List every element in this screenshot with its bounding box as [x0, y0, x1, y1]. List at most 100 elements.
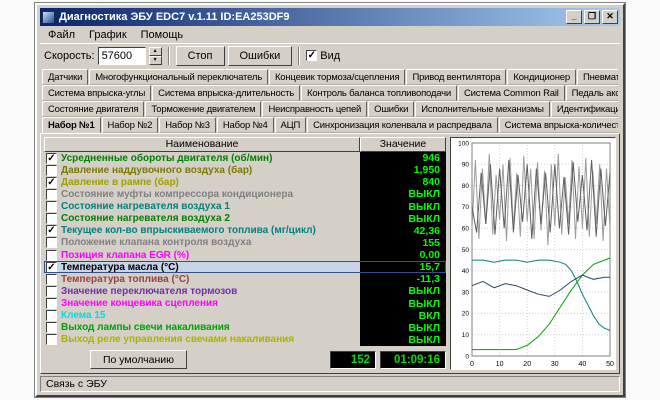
- tab-strip: ДатчикиМногофункциональный переключатель…: [40, 67, 620, 133]
- table-row[interactable]: Значение концевика сцепленияВЫКЛ: [44, 298, 446, 310]
- tab-неисправность-цепей[interactable]: Неисправность цепей: [262, 101, 367, 117]
- row-checkbox[interactable]: [46, 237, 57, 248]
- stop-button[interactable]: Стоп: [176, 46, 225, 66]
- tab-многофункциональный-переключатель[interactable]: Многофункциональный переключатель: [89, 69, 268, 85]
- row-checkbox[interactable]: [46, 201, 57, 212]
- app-icon: [42, 11, 55, 24]
- tab-ацп[interactable]: АЦП: [275, 117, 307, 133]
- statusbar: Связь с ЭБУ: [40, 376, 620, 392]
- view-label: Вид: [320, 50, 340, 62]
- row-checkbox[interactable]: [46, 250, 57, 261]
- table-header: Наименование Значение: [44, 137, 446, 152]
- tab-пневматическая-система[interactable]: Пневматическая система: [577, 69, 618, 85]
- minimize-button[interactable]: _: [566, 10, 582, 24]
- tab-датчики[interactable]: Датчики: [42, 69, 88, 85]
- table-row[interactable]: Состояние нагревателя воздуха 2ВЫКЛ: [44, 213, 446, 225]
- param-value: -11,3: [360, 273, 446, 285]
- table-row[interactable]: ✓ Текущее кол-во впрыскиваемого топлива (…: [44, 225, 446, 237]
- table-footer: По умолчанию 152 01:09:16: [44, 346, 446, 370]
- app-window: Диагностика ЭБУ EDC7 v.1.11 ID:EA253DF9 …: [35, 3, 625, 397]
- table-row[interactable]: Позиция клапана EGR (%)0,00: [44, 249, 446, 261]
- titlebar[interactable]: Диагностика ЭБУ EDC7 v.1.11 ID:EA253DF9 …: [40, 8, 620, 26]
- tab-набор-№1[interactable]: Набор №1: [42, 117, 101, 133]
- tab-состояние-двигателя[interactable]: Состояние двигателя: [42, 101, 144, 117]
- maximize-button[interactable]: ❐: [584, 10, 600, 24]
- row-checkbox[interactable]: ✓: [46, 225, 57, 236]
- tab-концевик-тормоза-сцепления[interactable]: Концевик тормоза/сцепления: [269, 69, 405, 85]
- table-row[interactable]: Состояние нагревателя воздуха 1ВЫКЛ: [44, 201, 446, 213]
- param-name: Значение переключателя тормозов: [61, 286, 360, 297]
- svg-text:100: 100: [458, 140, 469, 147]
- param-name: Клема 15: [61, 310, 360, 321]
- param-value: ВЫКЛ: [360, 322, 446, 334]
- param-value: ВЫКЛ: [360, 298, 446, 310]
- row-checkbox[interactable]: [46, 213, 57, 224]
- view-checkbox[interactable]: ✓: [306, 50, 317, 61]
- speed-label: Скорость:: [44, 50, 95, 62]
- menu-item-graph[interactable]: График: [82, 28, 134, 42]
- tab-синхронизация-коленвала-и-распредвала[interactable]: Синхронизация коленвала и распредвала: [307, 117, 498, 133]
- close-button[interactable]: ✕: [602, 10, 618, 24]
- menu-item-help[interactable]: Помощь: [134, 28, 191, 42]
- row-checkbox[interactable]: ✓: [46, 262, 57, 273]
- tab-привод-вентилятора[interactable]: Привод вентилятора: [406, 69, 506, 85]
- row-checkbox[interactable]: [46, 334, 57, 345]
- table-row[interactable]: Положение клапана контроля воздуха155: [44, 237, 446, 249]
- tab-система-впрыска-количество[interactable]: Система впрыска-количество: [499, 117, 618, 133]
- svg-text:10: 10: [496, 361, 504, 368]
- tab-ошибки[interactable]: Ошибки: [368, 101, 414, 117]
- errors-button[interactable]: Ошибки: [228, 46, 293, 66]
- tab-торможение-двигателем[interactable]: Торможение двигателем: [145, 101, 261, 117]
- table-row[interactable]: ✓Давление в рампе (бар)840: [44, 176, 446, 188]
- param-value: 0,00: [360, 249, 446, 261]
- spin-up-icon[interactable]: ▲: [149, 47, 162, 56]
- param-name: Усредненные обороты двигателя (об/мин): [61, 153, 360, 164]
- table-row[interactable]: Выход реле управления свечами накаливани…: [44, 334, 446, 346]
- row-checkbox[interactable]: [46, 189, 57, 200]
- param-value: ВЫКЛ: [360, 213, 446, 225]
- svg-text:10: 10: [462, 332, 470, 339]
- row-checkbox[interactable]: [46, 286, 57, 297]
- table-row[interactable]: Состояние муфты компрессора кондиционера…: [44, 188, 446, 200]
- tab-идентификация[interactable]: Идентификация: [551, 101, 618, 117]
- param-table: Наименование Значение ✓ Усредненные оборо…: [44, 137, 446, 370]
- tab-исполнительные-механизмы[interactable]: Исполнительные механизмы: [415, 101, 550, 117]
- table-row[interactable]: Выход лампы свечи накаливанияВЫКЛ: [44, 322, 446, 334]
- row-checkbox[interactable]: [46, 310, 57, 321]
- menu-item-file[interactable]: Файл: [41, 28, 82, 42]
- tab-набор-№4[interactable]: Набор №4: [217, 117, 274, 133]
- menubar: Файл График Помощь: [40, 26, 620, 43]
- table-row[interactable]: ✓Температура масла (°C)15,7: [44, 261, 446, 273]
- tab-набор-№2[interactable]: Набор №2: [102, 117, 159, 133]
- tab-система-впрыска-углы[interactable]: Система впрыска-углы: [42, 85, 151, 101]
- tab-система-впрыска-длительность[interactable]: Система впрыска-длительность: [152, 85, 300, 101]
- param-value: ВКЛ: [360, 310, 446, 322]
- param-name: Текущее кол-во впрыскиваемого топлива (м…: [61, 225, 360, 236]
- row-checkbox[interactable]: ✓: [46, 177, 57, 188]
- speed-spinner: ▲▼: [149, 47, 162, 65]
- table-row[interactable]: ✓Усредненные обороты двигателя (об/мин)9…: [44, 152, 446, 164]
- row-checkbox[interactable]: [46, 298, 57, 309]
- svg-text:0: 0: [470, 361, 474, 368]
- table-row[interactable]: Значение переключателя тормозовВЫКЛ: [44, 285, 446, 297]
- tab-педаль-акселератора[interactable]: Педаль акселератора: [566, 85, 618, 101]
- row-checkbox[interactable]: [46, 165, 57, 176]
- row-checkbox[interactable]: [46, 274, 57, 285]
- row-checkbox[interactable]: ✓: [46, 153, 57, 164]
- toolbar-separator: [298, 47, 300, 65]
- param-value: 840: [360, 176, 446, 188]
- tab-набор-№3[interactable]: Набор №3: [159, 117, 216, 133]
- spin-down-icon[interactable]: ▼: [149, 56, 162, 65]
- table-row[interactable]: Давление наддувочного воздуха (бар)1,950: [44, 164, 446, 176]
- row-checkbox[interactable]: [46, 322, 57, 333]
- param-value: ВЫКЛ: [360, 188, 446, 200]
- speed-input[interactable]: [98, 47, 146, 65]
- tab-контроль-баланса-топливоподачи[interactable]: Контроль баланса топливоподачи: [301, 85, 457, 101]
- tab-кондиционер[interactable]: Кондиционер: [507, 69, 576, 85]
- param-name: Позиция клапана EGR (%): [61, 250, 360, 261]
- default-button[interactable]: По умолчанию: [90, 350, 187, 369]
- table-row[interactable]: Температура топлива (°C)-11,3: [44, 273, 446, 285]
- window-title: Диагностика ЭБУ EDC7 v.1.11 ID:EA253DF9: [59, 11, 564, 23]
- tab-система-common-rail[interactable]: Система Common Rail: [458, 85, 565, 101]
- table-row[interactable]: Клема 15ВКЛ: [44, 310, 446, 322]
